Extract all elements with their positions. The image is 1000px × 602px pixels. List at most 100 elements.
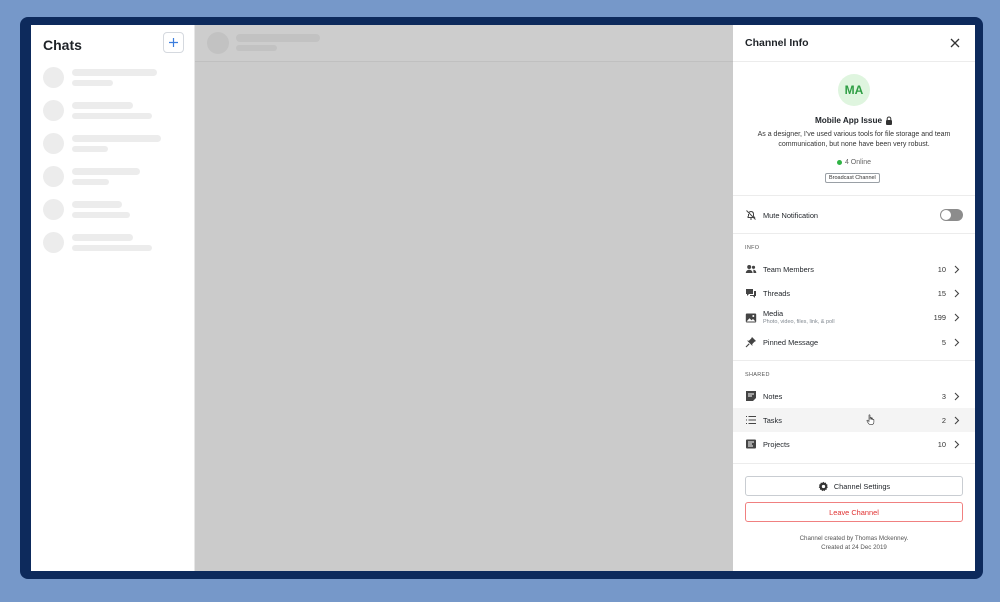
toggle-knob [941, 210, 951, 220]
new-chat-button[interactable] [163, 32, 184, 53]
notes-icon [746, 391, 756, 401]
chats-title: Chats [43, 37, 82, 53]
channel-avatar: MA [838, 74, 870, 106]
mute-notification-row: Mute Notification [733, 196, 975, 234]
chats-sidebar: Chats [31, 25, 195, 571]
chat-preview-placeholder [72, 146, 108, 152]
chat-list-item[interactable] [43, 199, 183, 221]
projects-icon [746, 439, 756, 449]
info-row-team-members[interactable]: Team Members 10 [733, 257, 975, 281]
conversation-header [195, 25, 733, 62]
chat-avatar-placeholder [43, 166, 64, 187]
info-row-threads[interactable]: Threads 15 [733, 281, 975, 305]
channel-settings-button[interactable]: Channel Settings [745, 476, 963, 496]
tasks-icon [746, 416, 756, 424]
shared-row-tasks[interactable]: Tasks 2 [733, 408, 975, 432]
channel-settings-label: Channel Settings [833, 481, 891, 491]
shared-count-tasks: 2 [941, 416, 946, 425]
info-label-media: Media [763, 309, 784, 318]
leave-channel-button[interactable]: Leave Channel [745, 502, 963, 522]
channel-info-panel: Channel Info MA Mobile App Issue As a de… [733, 25, 975, 571]
chat-title-placeholder [72, 135, 161, 142]
chat-list-item[interactable] [43, 67, 183, 89]
chat-avatar-placeholder [43, 232, 64, 253]
chat-avatar-placeholder [43, 133, 64, 154]
shared-row-notes[interactable]: Notes 3 [733, 384, 975, 408]
chevron-right-icon [954, 338, 960, 347]
info-label-team-members: Team Members [763, 265, 814, 274]
chevron-right-icon [954, 440, 960, 449]
info-label-threads: Threads [763, 289, 791, 298]
chat-avatar-placeholder [43, 199, 64, 220]
chevron-right-icon [954, 416, 960, 425]
info-count-threads: 15 [937, 289, 946, 298]
info-label-pinned-message: Pinned Message [763, 338, 819, 347]
online-status: 4 Online [733, 159, 975, 166]
bell-off-icon [746, 210, 756, 220]
shared-label-projects: Projects [763, 440, 790, 449]
chat-title-placeholder [72, 69, 157, 76]
shared-label-notes: Notes [763, 392, 783, 401]
gear-icon [818, 481, 828, 491]
online-count: 4 Online [844, 159, 872, 166]
channel-info-title: Channel Info [745, 37, 809, 49]
info-row-pinned-message[interactable]: Pinned Message 5 [733, 330, 975, 354]
close-icon[interactable] [949, 37, 961, 49]
conversation-area [195, 25, 733, 571]
channel-description: As a designer, I've used various tools f… [757, 131, 951, 148]
footer-created-by: Channel created by Thomas Mckenney. [799, 535, 909, 542]
section-divider [733, 360, 975, 361]
chat-preview-placeholder [72, 245, 152, 251]
chat-preview-placeholder [72, 212, 130, 218]
shared-row-projects[interactable]: Projects 10 [733, 432, 975, 456]
info-sub-media: Photo, video, files, link, & poll [763, 319, 835, 325]
chat-list-item[interactable] [43, 166, 183, 188]
info-section-label: INFO [745, 245, 760, 251]
image-icon [745, 313, 757, 323]
plus-icon [169, 38, 178, 47]
chat-title-placeholder [72, 234, 133, 241]
shared-count-projects: 10 [937, 440, 946, 449]
users-icon [745, 265, 757, 273]
channel-footer: Channel created by Thomas Mckenney. Crea… [733, 534, 975, 552]
chat-title-placeholder [72, 201, 122, 208]
conversation-subtitle-placeholder [236, 45, 277, 51]
hand-cursor-icon [866, 414, 875, 425]
channel-name-text: Mobile App Issue [814, 116, 883, 125]
chat-preview-placeholder [72, 113, 152, 119]
chat-list-item[interactable] [43, 100, 183, 122]
chevron-right-icon [954, 289, 960, 298]
chat-avatar-placeholder [43, 100, 64, 121]
app-window: Chats Channel Info MA Mobile App Issue A… [31, 25, 975, 571]
channel-summary: MA Mobile App Issue As a designer, I've … [733, 62, 975, 196]
chevron-right-icon [954, 265, 960, 274]
info-count-team-members: 10 [937, 265, 946, 274]
online-dot-icon [836, 160, 842, 165]
chats-header: Chats [43, 32, 184, 54]
footer-created-at: Created at 24 Dec 2019 [821, 544, 887, 551]
channel-info-header: Channel Info [733, 25, 975, 62]
chevron-right-icon [954, 313, 960, 322]
chat-preview-placeholder [72, 179, 109, 185]
chat-list-item[interactable] [43, 232, 183, 254]
pin-icon [745, 337, 756, 348]
channel-type-badge: Broadcast Channel [825, 173, 880, 183]
mute-toggle[interactable] [940, 209, 963, 221]
leave-channel-label: Leave Channel [829, 507, 879, 517]
mute-label: Mute Notification [763, 211, 819, 220]
chat-title-placeholder [72, 102, 133, 109]
chat-list-item[interactable] [43, 133, 183, 155]
section-divider [733, 463, 975, 464]
info-count-pinned-message: 5 [941, 338, 946, 347]
chat-avatar-placeholder [43, 67, 64, 88]
shared-section-label: SHARED [745, 372, 770, 378]
shared-label-tasks: Tasks [763, 416, 782, 425]
lock-icon [886, 116, 893, 125]
info-row-media[interactable]: Media Photo, video, files, link, & poll … [733, 305, 975, 331]
chevron-right-icon [954, 392, 960, 401]
shared-count-notes: 3 [941, 392, 946, 401]
chat-preview-placeholder [72, 80, 113, 86]
info-count-media: 199 [933, 313, 946, 322]
conversation-avatar-placeholder [207, 32, 229, 54]
channel-name: Mobile App Issue [733, 116, 975, 125]
